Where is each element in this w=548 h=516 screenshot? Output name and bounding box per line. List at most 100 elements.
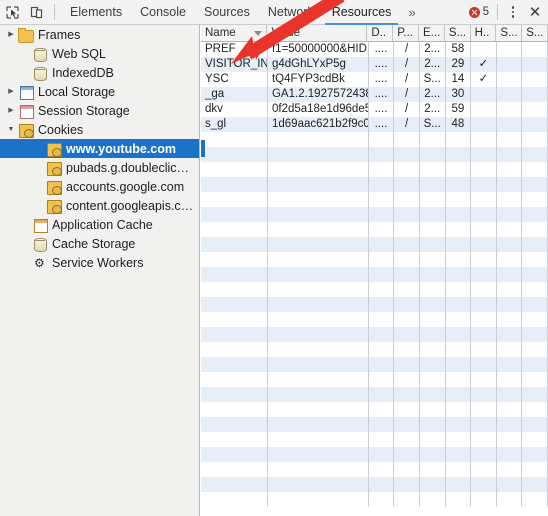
sidebar-item-local-storage[interactable]: ▶ Local Storage — [0, 82, 199, 101]
tab-elements[interactable]: Elements — [61, 0, 131, 24]
table-row[interactable] — [201, 342, 548, 357]
table-row[interactable] — [201, 222, 548, 237]
toolbar-divider — [54, 4, 55, 20]
table-cell — [268, 357, 369, 372]
table-cell: 30 — [446, 87, 472, 102]
column-header-value-1[interactable]: Value — [267, 25, 368, 41]
table-body[interactable]: PREF f1=50000000&HID......./2... 58 VISITOR… — [201, 42, 548, 507]
chevron-right-icon[interactable]: ▶ — [4, 25, 18, 44]
sidebar-item-label: Web SQL — [52, 46, 106, 61]
sidebar-item-session-storage[interactable]: ▶ Session Storage — [0, 101, 199, 120]
table-cell — [522, 72, 548, 87]
sidebar-item-application-cache[interactable]: ▶ Application Cache — [0, 215, 199, 234]
sidebar-item-cookies[interactable]: ▼ Cookies — [0, 120, 199, 139]
chevron-down-icon[interactable]: ▼ — [4, 120, 18, 139]
table-cell — [497, 42, 523, 57]
inspect-cursor-icon[interactable] — [0, 0, 24, 24]
table-cell — [446, 312, 472, 327]
table-row[interactable] — [201, 387, 548, 402]
resources-sidebar-tree[interactable]: ▶Frames▶Web SQL▶IndexedDB▶Local Storage▶… — [0, 25, 200, 516]
table-cell — [369, 177, 395, 192]
table-row[interactable] — [201, 192, 548, 207]
sidebar-item-service-workers[interactable]: ▶⚙ Service Workers — [0, 253, 199, 272]
cookies-table-panel[interactable]: Name Value D.. P... E... S... H.. S... S... PREF… — [201, 25, 548, 516]
table-row[interactable] — [201, 147, 548, 162]
table-cell — [420, 372, 446, 387]
tab-sources[interactable]: Sources — [195, 0, 259, 24]
table-cell — [497, 327, 523, 342]
table-row[interactable] — [201, 132, 548, 147]
tab-resources[interactable]: Resources — [323, 0, 401, 25]
close-icon[interactable]: ✕ — [522, 0, 548, 24]
column-header-d-2[interactable]: D.. — [367, 25, 394, 41]
kebab-menu-icon[interactable] — [504, 1, 522, 23]
table-row[interactable] — [201, 462, 548, 477]
more-tabs-chevron-icon[interactable]: » — [400, 5, 423, 20]
table-row[interactable] — [201, 207, 548, 222]
sidebar-item-label: Frames — [38, 27, 81, 42]
sidebar-item-pubads-g-doubleclick-net[interactable]: ▶ pubads.g.doubleclick.net — [0, 158, 199, 177]
column-header-label: Name — [205, 27, 236, 39]
table-row[interactable] — [201, 177, 548, 192]
tab-console[interactable]: Console — [131, 0, 195, 24]
table-row[interactable] — [201, 162, 548, 177]
table-row[interactable] — [201, 312, 548, 327]
table-row[interactable] — [201, 357, 548, 372]
table-cell — [268, 327, 369, 342]
table-row[interactable] — [201, 402, 548, 417]
table-cell — [394, 357, 420, 372]
column-header-e-4[interactable]: E... — [419, 25, 445, 41]
table-cell — [522, 162, 548, 177]
table-cell — [201, 447, 268, 462]
table-row[interactable] — [201, 282, 548, 297]
column-header-name-0[interactable]: Name — [201, 25, 268, 41]
table-row[interactable]: s_gl 1d69aac621b2f9c0....... / S... 48 — [201, 117, 548, 132]
sidebar-item-indexeddb[interactable]: ▶ IndexedDB — [0, 63, 199, 82]
chevron-right-icon: ▶ — [18, 63, 32, 82]
column-header-s-5[interactable]: S... — [445, 25, 471, 41]
column-header-s-7[interactable]: S... — [496, 25, 523, 41]
error-badge[interactable]: 5 — [468, 6, 489, 18]
column-header-s-8[interactable]: S... — [522, 25, 548, 41]
table-cell — [446, 132, 472, 147]
tab-network[interactable]: Network — [259, 0, 323, 24]
table-row[interactable] — [201, 267, 548, 282]
column-header-p-3[interactable]: P... — [393, 25, 420, 41]
chevron-right-icon[interactable]: ▶ — [4, 101, 18, 120]
sidebar-item-www-youtube-com[interactable]: ▶ www.youtube.com — [0, 139, 199, 158]
table-row[interactable]: PREF f1=50000000&HID......./2... 58 — [201, 42, 548, 57]
sidebar-item-web-sql[interactable]: ▶ Web SQL — [0, 44, 199, 63]
table-cell — [394, 147, 420, 162]
column-header-h-6[interactable]: H.. — [471, 25, 497, 41]
table-row[interactable]: _gaGA1.2.1927572438......./2...30 — [201, 87, 548, 102]
table-row[interactable] — [201, 492, 548, 507]
sidebar-item-content-googleapis-com[interactable]: ▶ content.googleapis.com — [0, 196, 199, 215]
table-cell — [522, 447, 548, 462]
table-cell — [420, 492, 446, 507]
table-cell — [522, 132, 548, 147]
sidebar-item-frames[interactable]: ▶ Frames — [0, 25, 199, 44]
sidebar-item-accounts-google-com[interactable]: ▶ accounts.google.com — [0, 177, 199, 196]
table-row[interactable] — [201, 432, 548, 447]
table-cell — [522, 267, 548, 282]
table-row[interactable] — [201, 372, 548, 387]
table-row[interactable]: dkv0f2d5a18e1d96de5......./2...59 — [201, 102, 548, 117]
table-row[interactable] — [201, 477, 548, 492]
table-row[interactable]: YSC tQ4FYP3cdBk.... / S... 14 ✓ — [201, 72, 548, 87]
table-cell: VISITOR_INF... — [201, 57, 268, 72]
table-row[interactable]: VISITOR_INF...g4dGhLYxP5g..../2...29✓ — [201, 57, 548, 72]
chevron-right-icon[interactable]: ▶ — [4, 82, 18, 101]
sidebar-item-cache-storage[interactable]: ▶ Cache Storage — [0, 234, 199, 253]
table-row[interactable] — [201, 447, 548, 462]
table-row[interactable] — [201, 252, 548, 267]
table-cell — [446, 177, 472, 192]
table-row[interactable] — [201, 417, 548, 432]
table-row[interactable] — [201, 297, 548, 312]
table-cell — [497, 72, 523, 87]
table-cell — [369, 282, 395, 297]
table-row[interactable] — [201, 237, 548, 252]
device-toolbar-icon[interactable] — [24, 0, 48, 24]
sort-triangle-icon — [254, 31, 263, 36]
table-row[interactable] — [201, 327, 548, 342]
table-cell — [268, 282, 369, 297]
